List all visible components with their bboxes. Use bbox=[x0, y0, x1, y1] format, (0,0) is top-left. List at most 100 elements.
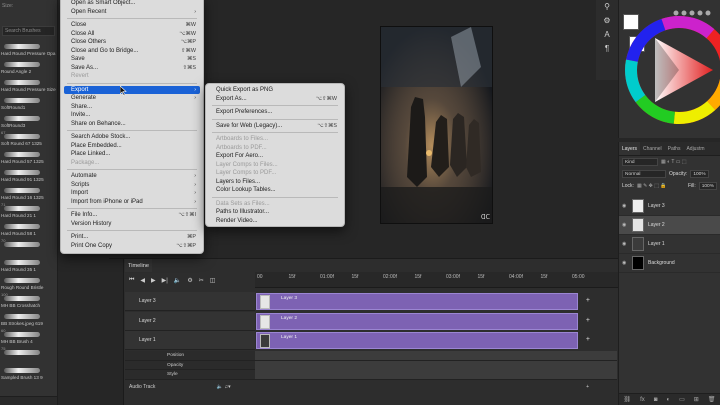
menu-item-print[interactable]: Print... ⌘P bbox=[61, 233, 203, 242]
track-clip[interactable]: Layer 3 bbox=[256, 293, 578, 310]
menu-item-save-for-web-legacy[interactable]: Save for Web (Legacy)... ⌥⇧⌘S bbox=[206, 122, 344, 131]
audio-icon[interactable]: 🔈 bbox=[174, 277, 181, 284]
layer-row[interactable]: ◉ Layer 2 bbox=[619, 216, 720, 235]
history-icon[interactable]: ⚲ bbox=[596, 0, 618, 14]
menu-item-scripts[interactable]: Scripts › bbox=[61, 181, 203, 190]
brush-preset[interactable]: Hard Round Pressure Size bbox=[0, 76, 57, 94]
menu-item-color-lookup-tables[interactable]: Color Lookup Tables... bbox=[206, 186, 344, 195]
keyframe-lane[interactable] bbox=[255, 360, 617, 370]
link-icon[interactable]: ⛓ bbox=[624, 396, 632, 403]
opacity-input[interactable]: 100% bbox=[690, 170, 709, 178]
track-label[interactable]: Layer 3 bbox=[125, 292, 255, 311]
first-frame-icon[interactable]: ⏮ bbox=[129, 277, 134, 284]
transition-icon[interactable]: ◫ bbox=[210, 277, 216, 284]
brush-search-input[interactable]: Search Brushes bbox=[2, 26, 55, 36]
layer-row[interactable]: ◉ Background bbox=[619, 254, 720, 273]
brush-preset[interactable]: 71 Hard Round 21 1 bbox=[0, 202, 57, 220]
brush-preset[interactable]: SoftRound1 bbox=[0, 94, 57, 112]
next-frame-icon[interactable]: ▶| bbox=[162, 277, 168, 284]
brush-preset[interactable]: Sampled Brush 13 9 bbox=[0, 364, 57, 382]
menu-item-close-and-go-to-bridge[interactable]: Close and Go to Bridge... ⇧⌘W bbox=[61, 47, 203, 56]
blend-mode-select[interactable]: Normal bbox=[622, 170, 666, 178]
tab-channel[interactable]: Channel bbox=[640, 142, 665, 155]
brush-preset[interactable]: Hard Round 57 1325 bbox=[0, 148, 57, 166]
folder-icon[interactable]: ▭ bbox=[679, 396, 685, 403]
menu-item-generate[interactable]: Generate › bbox=[61, 94, 203, 103]
brush-preset[interactable]: Round Angle 2 bbox=[0, 58, 57, 76]
menu-item-close-others[interactable]: Close Others ⌥⌘P bbox=[61, 38, 203, 47]
brush-preset[interactable]: 60 MH BB Brush 4 bbox=[0, 328, 57, 346]
menu-item-search-adobe-stock[interactable]: Search Adobe Stock... bbox=[61, 133, 203, 142]
menu-item-close-all[interactable]: Close All ⌥⌘W bbox=[61, 30, 203, 39]
layer-row[interactable]: ◉ Layer 1 bbox=[619, 235, 720, 254]
fill-input[interactable]: 100% bbox=[698, 182, 717, 190]
visibility-eye-icon[interactable]: ◉ bbox=[622, 260, 628, 266]
menu-item-paths-to-illustrator[interactable]: Paths to Illustrator... bbox=[206, 208, 344, 217]
property-row[interactable]: Opacity bbox=[125, 360, 617, 370]
brush-preset[interactable]: 70 bbox=[0, 238, 57, 256]
mask-icon[interactable]: ◙ bbox=[654, 397, 658, 403]
character-icon[interactable]: A bbox=[596, 28, 618, 42]
color-wheel[interactable] bbox=[619, 0, 720, 138]
tab-paths[interactable]: Paths bbox=[665, 142, 684, 155]
visibility-eye-icon[interactable]: ◉ bbox=[622, 203, 628, 209]
menu-item-print-one-copy[interactable]: Print One Copy ⌥⇧⌘P bbox=[61, 242, 203, 251]
menu-item-save-as[interactable]: Save As... ⇧⌘S bbox=[61, 64, 203, 73]
add-media-icon[interactable]: + bbox=[586, 336, 590, 343]
audio-volume-icon[interactable]: 🔈 ♫▾ bbox=[217, 384, 231, 390]
brush-preset[interactable]: 67 Soft Round 67 1325 bbox=[0, 130, 57, 148]
menu-item-close[interactable]: Close ⌘W bbox=[61, 21, 203, 30]
track-clip[interactable]: Layer 1 bbox=[256, 332, 578, 349]
menu-item-invite[interactable]: Invite... bbox=[61, 111, 203, 120]
keyframe-lane[interactable] bbox=[255, 370, 617, 379]
track-clip[interactable]: Layer 2 bbox=[256, 313, 578, 330]
trash-icon[interactable]: 🗑 bbox=[708, 396, 716, 403]
brush-preset[interactable]: Hard Round 58 1 bbox=[0, 220, 57, 238]
new-layer-icon[interactable]: ⊞ bbox=[694, 396, 699, 403]
menu-item-render-video[interactable]: Render Video... bbox=[206, 217, 344, 226]
split-icon[interactable]: ✂ bbox=[199, 277, 204, 284]
brush-preset[interactable]: 75 bbox=[0, 346, 57, 364]
timeline-tab[interactable]: Timeline bbox=[125, 259, 152, 272]
adjust-icon[interactable]: ⚙ bbox=[596, 14, 618, 28]
settings-icon[interactable]: ⚙ bbox=[187, 277, 192, 284]
property-row[interactable]: Style bbox=[125, 370, 617, 380]
menu-item-file-info[interactable]: File Info... ⌥⇧⌘I bbox=[61, 211, 203, 220]
brush-preset[interactable]: Hard Round Pressure Opa bbox=[0, 40, 57, 58]
menu-item-share-on-behance[interactable]: Share on Behance... bbox=[61, 120, 203, 129]
menu-item-export-as[interactable]: Export As... ⌥⇧⌘W bbox=[206, 95, 344, 104]
paragraph-icon[interactable]: ¶ bbox=[596, 42, 618, 56]
menu-item-version-history[interactable]: Version History bbox=[61, 220, 203, 229]
add-media-icon[interactable]: + bbox=[586, 317, 590, 324]
adjustment-icon[interactable]: ◐ bbox=[666, 397, 670, 403]
menu-item-layers-to-files[interactable]: Layers to Files... bbox=[206, 178, 344, 187]
menu-item-share[interactable]: Share... bbox=[61, 103, 203, 112]
filter-kind-select[interactable]: Kind bbox=[622, 158, 658, 166]
tab-adjustm[interactable]: Adjustm bbox=[683, 142, 707, 155]
brush-preset[interactable]: SoftRound3 bbox=[0, 112, 57, 130]
play-icon[interactable]: ▶ bbox=[151, 277, 156, 284]
visibility-eye-icon[interactable]: ◉ bbox=[622, 241, 628, 247]
track-label[interactable]: Layer 2 bbox=[125, 312, 255, 331]
track-label[interactable]: Layer 1 bbox=[125, 331, 255, 350]
layer-row[interactable]: ◉ Layer 3 bbox=[619, 197, 720, 216]
timeline-ruler[interactable]: 00 15f 01:00f 15f 02:00f 15f 03:00f 15f 04:00f 15… bbox=[255, 272, 618, 288]
brush-preset[interactable]: 100 MH BB Crosshatch bbox=[0, 292, 57, 310]
visibility-eye-icon[interactable]: ◉ bbox=[622, 222, 628, 228]
menu-item-place-linked[interactable]: Place Linked... bbox=[61, 150, 203, 159]
fx-icon[interactable]: fx bbox=[640, 397, 645, 403]
menu-item-quick-export-as-png[interactable]: Quick Export as PNG bbox=[206, 86, 344, 95]
menu-item-save[interactable]: Save ⌘S bbox=[61, 55, 203, 64]
brush-preset[interactable]: BB Strokes.jpeg 619 bbox=[0, 310, 57, 328]
add-media-icon[interactable]: + bbox=[586, 297, 590, 304]
menu-item-export[interactable]: Export › bbox=[64, 85, 200, 94]
menu-item-automate[interactable]: Automate › bbox=[61, 172, 203, 181]
keyframe-lane[interactable] bbox=[255, 351, 617, 360]
brush-preset[interactable]: Rough Round Bristle bbox=[0, 274, 57, 292]
lock-icons[interactable]: ▦ ✎ ✥ ⬚ 🔒 bbox=[637, 183, 667, 189]
tab-layers[interactable]: Layers bbox=[619, 142, 641, 155]
brush-preset[interactable]: Hard Round 91 1325 bbox=[0, 166, 57, 184]
menu-item-import[interactable]: Import › bbox=[61, 189, 203, 198]
menu-item-place-embedded[interactable]: Place Embedded... bbox=[61, 142, 203, 151]
menu-item-open-recent[interactable]: Open Recent › bbox=[61, 8, 203, 17]
